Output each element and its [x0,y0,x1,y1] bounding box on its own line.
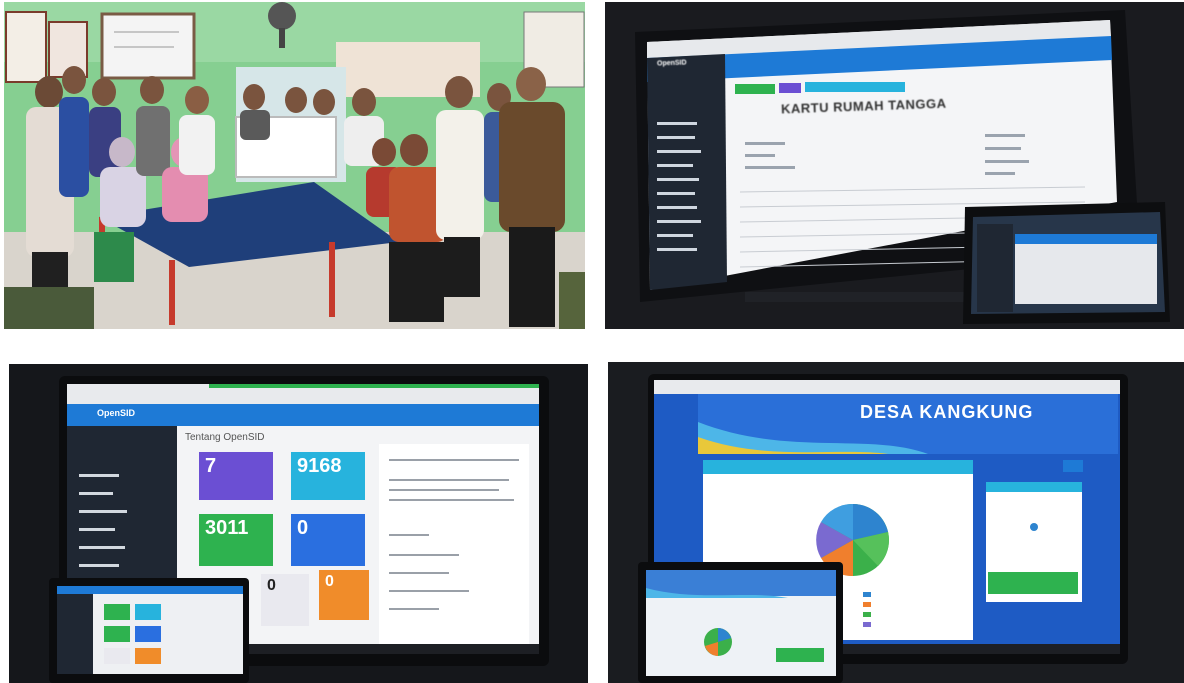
stat-tile-surat[interactable]: 0 [291,514,365,566]
desa-kangkung-photo: DESA KANGKUNG [608,362,1184,683]
opensid-logo-text: OpenSID [656,59,687,68]
dashboard-photo: OpenSID Tentang OpenSID 7 9168 3011 0 0 … [9,364,588,683]
stat-tile-kelompok[interactable]: 0 [261,574,309,626]
stat-tile-value: 3011 [205,517,249,539]
stat-tile-value: 0 [297,517,309,539]
group-photo-scene [4,2,585,329]
desa-kangkung-banner-title: DESA KANGKUNG [860,402,1034,422]
rumah-tangga-photo: KARTU RUMAH TANGGA OpenSID [605,2,1184,329]
stat-tile-value: 9168 [297,455,342,477]
stat-tile-wilayah[interactable]: 7 [199,452,273,500]
dashboard-page-title: Tentang OpenSID [185,432,265,443]
stat-tile-value: 0 [267,577,276,594]
stat-tile-value: 7 [205,455,217,477]
opensid-header-title: OpenSID [97,408,136,418]
stat-tile-rtm[interactable]: 0 [319,570,369,620]
stat-tile-penduduk[interactable]: 9168 [291,452,365,500]
stat-tile-keluarga[interactable]: 3011 [199,514,273,566]
rumah-tangga-scene [605,2,1184,329]
group-photo [4,2,585,329]
stat-tile-value: 0 [325,573,334,590]
